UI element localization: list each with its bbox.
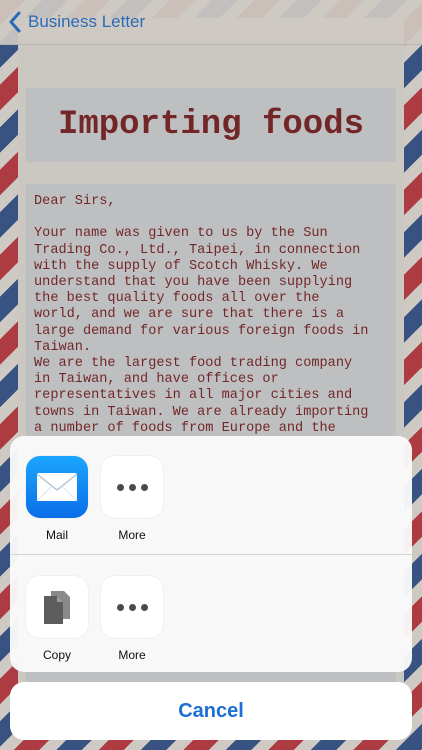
copy-icon bbox=[26, 576, 88, 638]
share-more-actions-button[interactable]: More bbox=[101, 576, 163, 662]
more-icon bbox=[101, 456, 163, 518]
share-mail-label: Mail bbox=[45, 528, 68, 542]
share-mail-button[interactable]: Mail bbox=[26, 456, 88, 542]
share-more-actions-label: More bbox=[118, 648, 146, 662]
share-apps-row: Mail More bbox=[10, 436, 412, 555]
mail-icon bbox=[26, 456, 88, 518]
share-sheet: Mail More Copy More bbox=[10, 436, 412, 672]
more-icon bbox=[101, 576, 163, 638]
copy-button[interactable]: Copy bbox=[26, 576, 88, 662]
share-actions-row: Copy More bbox=[10, 555, 412, 672]
cancel-button[interactable]: Cancel bbox=[10, 682, 412, 740]
share-more-apps-label: More bbox=[118, 528, 146, 542]
share-more-apps-button[interactable]: More bbox=[101, 456, 163, 542]
copy-label: Copy bbox=[42, 648, 71, 662]
cancel-label: Cancel bbox=[178, 699, 244, 722]
